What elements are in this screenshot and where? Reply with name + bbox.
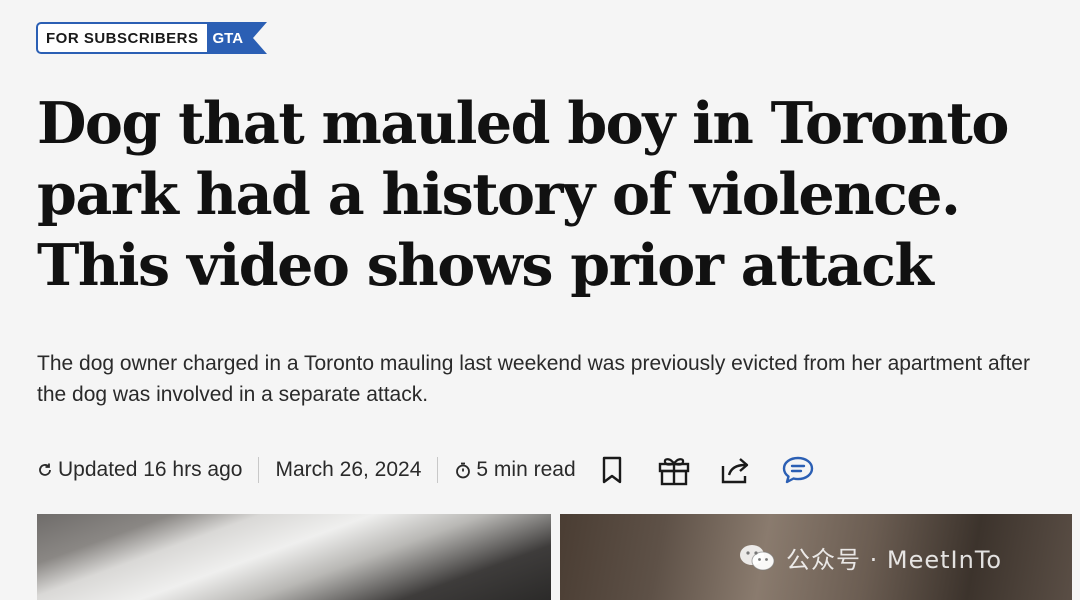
subscriber-badge: FOR SUBSCRIBERS GTA — [36, 22, 267, 54]
read-time: 5 min read — [454, 458, 576, 482]
meta-divider — [437, 457, 439, 483]
section-tag-gta[interactable]: GTA — [206, 22, 267, 54]
read-time-text: 5 min read — [476, 458, 576, 481]
for-subscribers-label: FOR SUBSCRIBERS — [36, 22, 207, 54]
article-meta-bar: Updated 16 hrs ago March 26, 2024 5 min … — [36, 450, 818, 490]
stopwatch-icon — [454, 461, 472, 479]
share-button[interactable] — [716, 450, 756, 490]
comments-button[interactable] — [778, 450, 818, 490]
comment-icon — [782, 456, 813, 484]
gift-icon — [658, 458, 689, 486]
article-photo-left[interactable] — [37, 514, 551, 600]
share-icon — [721, 458, 748, 484]
watermark-text: 公众号 · MeetInTo — [786, 546, 1003, 574]
gift-button[interactable] — [654, 450, 694, 490]
bookmark-button[interactable] — [592, 450, 632, 490]
bookmark-icon — [602, 456, 621, 484]
article-headline: Dog that mauled boy in Toronto park had … — [37, 90, 1009, 299]
wechat-logo-icon — [738, 543, 776, 573]
updated-text: Updated 16 hrs ago — [58, 458, 243, 481]
wechat-watermark: 公众号 · MeetInTo — [738, 540, 1002, 575]
publish-date: March 26, 2024 — [275, 458, 422, 481]
refresh-icon — [36, 461, 54, 479]
article-summary: The dog owner charged in a Toronto mauli… — [37, 352, 1030, 406]
meta-divider — [258, 457, 260, 483]
updated-info: Updated 16 hrs ago — [36, 458, 242, 482]
